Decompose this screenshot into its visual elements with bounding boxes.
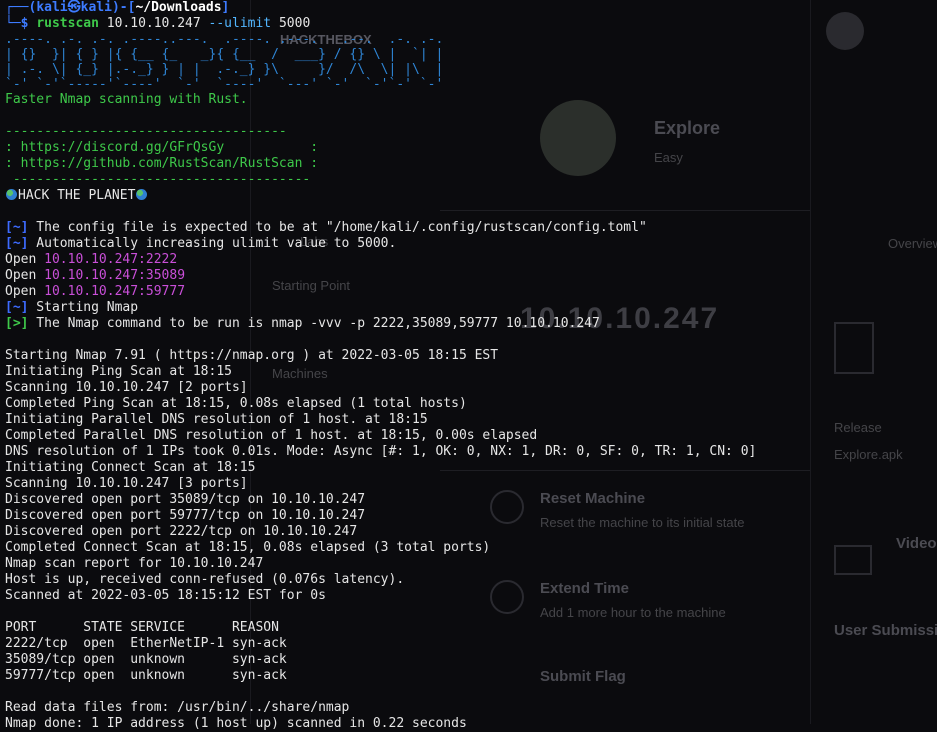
box-rule-top: ------------------------------------ bbox=[5, 124, 287, 139]
open-label: Open bbox=[5, 284, 45, 299]
command-name: rustscan bbox=[36, 16, 99, 31]
port-table-row: 2222/tcp open EtherNetIP-1 syn-ack bbox=[5, 636, 287, 651]
open-label: Open bbox=[5, 252, 45, 267]
info-tag: [~] bbox=[5, 220, 29, 235]
run-tag: [>] bbox=[5, 316, 29, 331]
prompt-separator: )-[ bbox=[111, 0, 136, 15]
nmap-output-line: Nmap scan report for 10.10.10.247 bbox=[5, 556, 264, 571]
port-table-row: 59777/tcp open unknown syn-ack bbox=[5, 668, 287, 683]
nmap-output-line: Discovered open port 59777/tcp on 10.10.… bbox=[5, 508, 366, 523]
prompt-line-1: ┌──(kali㉿kali)-[~/Downloads] bbox=[5, 0, 933, 16]
nmap-output-line: Completed Ping Scan at 18:15, 0.08s elap… bbox=[5, 396, 467, 411]
nmap-footer-line: Nmap done: 1 IP address (1 host up) scan… bbox=[5, 716, 467, 731]
message-starting-nmap: [~] Starting Nmap bbox=[5, 300, 933, 316]
hack-the-planet-line: HACK THE PLANET bbox=[5, 188, 933, 204]
tagline: Faster Nmap scanning with Rust. bbox=[5, 92, 248, 107]
hack-the-planet-text: HACK THE PLANET bbox=[18, 188, 136, 203]
info-tag: [~] bbox=[5, 300, 29, 315]
nmap-output-line: Initiating Parallel DNS resolution of 1 … bbox=[5, 412, 428, 427]
banner-line: .----. .-. .-. .----..---. .----. .---. … bbox=[5, 32, 444, 47]
banner-line: | {} }| { } |{ {__ {_ _}{ {__ / ___} / {… bbox=[5, 47, 444, 62]
globe-icon bbox=[6, 189, 17, 200]
nmap-output-line: Scanning 10.10.10.247 [2 ports] bbox=[5, 380, 248, 395]
nmap-output-line: Completed Connect Scan at 18:15, 0.08s e… bbox=[5, 540, 491, 555]
message-text: Automatically increasing ulimit value to… bbox=[28, 236, 397, 251]
globe-icon bbox=[136, 189, 148, 200]
open-port-address: 10.10.10.247:2222 bbox=[44, 252, 178, 267]
nmap-output-line: Starting Nmap 7.91 ( https://nmap.org ) … bbox=[5, 348, 499, 363]
prompt-close: ] bbox=[221, 0, 230, 15]
message-text: The config file is expected to be at "/h… bbox=[28, 220, 647, 235]
prompt-at-symbol: ㉿ bbox=[67, 0, 81, 15]
discord-link: : https://discord.gg/GFrQsGy : bbox=[5, 140, 319, 155]
banner-line: `-' `-'`-----'`----' `-' `----' `---' `-… bbox=[5, 77, 444, 92]
prompt-line-2: └─$ rustscan 10.10.10.247 --ulimit 5000 bbox=[5, 16, 933, 32]
port-table-header: PORT STATE SERVICE REASON bbox=[5, 620, 279, 635]
prompt-host: kali bbox=[80, 0, 112, 15]
rustscan-ascii-banner: .----. .-. .-. .----..---. .----. .---. … bbox=[5, 32, 933, 92]
prompt-path: ~/Downloads bbox=[135, 0, 222, 15]
nmap-output-line: Completed Parallel DNS resolution of 1 h… bbox=[5, 428, 538, 443]
nmap-output-line: Discovered open port 35089/tcp on 10.10.… bbox=[5, 492, 366, 507]
nmap-output-line: DNS resolution of 1 IPs took 0.01s. Mode… bbox=[5, 444, 757, 459]
info-tag: [~] bbox=[5, 236, 29, 251]
message-nmap-command: [>] The Nmap command to be run is nmap -… bbox=[5, 316, 933, 332]
terminal-output[interactable]: ┌──(kali㉿kali)-[~/Downloads] └─$ rustsca… bbox=[5, 0, 933, 731]
command-flag: --ulimit bbox=[208, 16, 272, 31]
prompt-corner-bottom: └─ bbox=[5, 16, 21, 31]
message-ulimit: [~] Automatically increasing ulimit valu… bbox=[5, 236, 933, 252]
open-port-address: 10.10.10.247:59777 bbox=[44, 284, 186, 299]
open-label: Open bbox=[5, 268, 45, 283]
open-port-line: Open 10.10.10.247:59777 bbox=[5, 284, 933, 300]
prompt-corner: ┌──( bbox=[5, 0, 37, 15]
command-flag-value: 5000 bbox=[271, 16, 311, 31]
github-link: : https://github.com/RustScan/RustScan : bbox=[5, 156, 319, 171]
prompt-user: kali bbox=[36, 0, 68, 15]
message-text: The Nmap command to be run is nmap -vvv … bbox=[28, 316, 600, 331]
nmap-output-line: Scanned at 2022-03-05 18:15:12 EST for 0… bbox=[5, 588, 326, 603]
nmap-output-line: Initiating Connect Scan at 18:15 bbox=[5, 460, 256, 475]
message-text: Starting Nmap bbox=[28, 300, 139, 315]
open-port-line: Open 10.10.10.247:2222 bbox=[5, 252, 933, 268]
port-table-row: 35089/tcp open unknown syn-ack bbox=[5, 652, 287, 667]
nmap-footer-line: Read data files from: /usr/bin/../share/… bbox=[5, 700, 350, 715]
nmap-output-line: Host is up, received conn-refused (0.076… bbox=[5, 572, 405, 587]
message-config: [~] The config file is expected to be at… bbox=[5, 220, 933, 236]
open-port-address: 10.10.10.247:35089 bbox=[44, 268, 186, 283]
command-args: 10.10.10.247 bbox=[98, 16, 209, 31]
box-rule-bottom: -------------------------------------- bbox=[5, 172, 311, 187]
open-port-line: Open 10.10.10.247:35089 bbox=[5, 268, 933, 284]
nmap-output-line: Scanning 10.10.10.247 [3 ports] bbox=[5, 476, 248, 491]
nmap-output-line: Initiating Ping Scan at 18:15 bbox=[5, 364, 232, 379]
prompt-dollar: $ bbox=[20, 16, 37, 31]
banner-line: | .-. \| {_} |.-._} } | | .-._} }\ }/ /\… bbox=[5, 62, 444, 77]
nmap-output-line: Discovered open port 2222/tcp on 10.10.1… bbox=[5, 524, 358, 539]
